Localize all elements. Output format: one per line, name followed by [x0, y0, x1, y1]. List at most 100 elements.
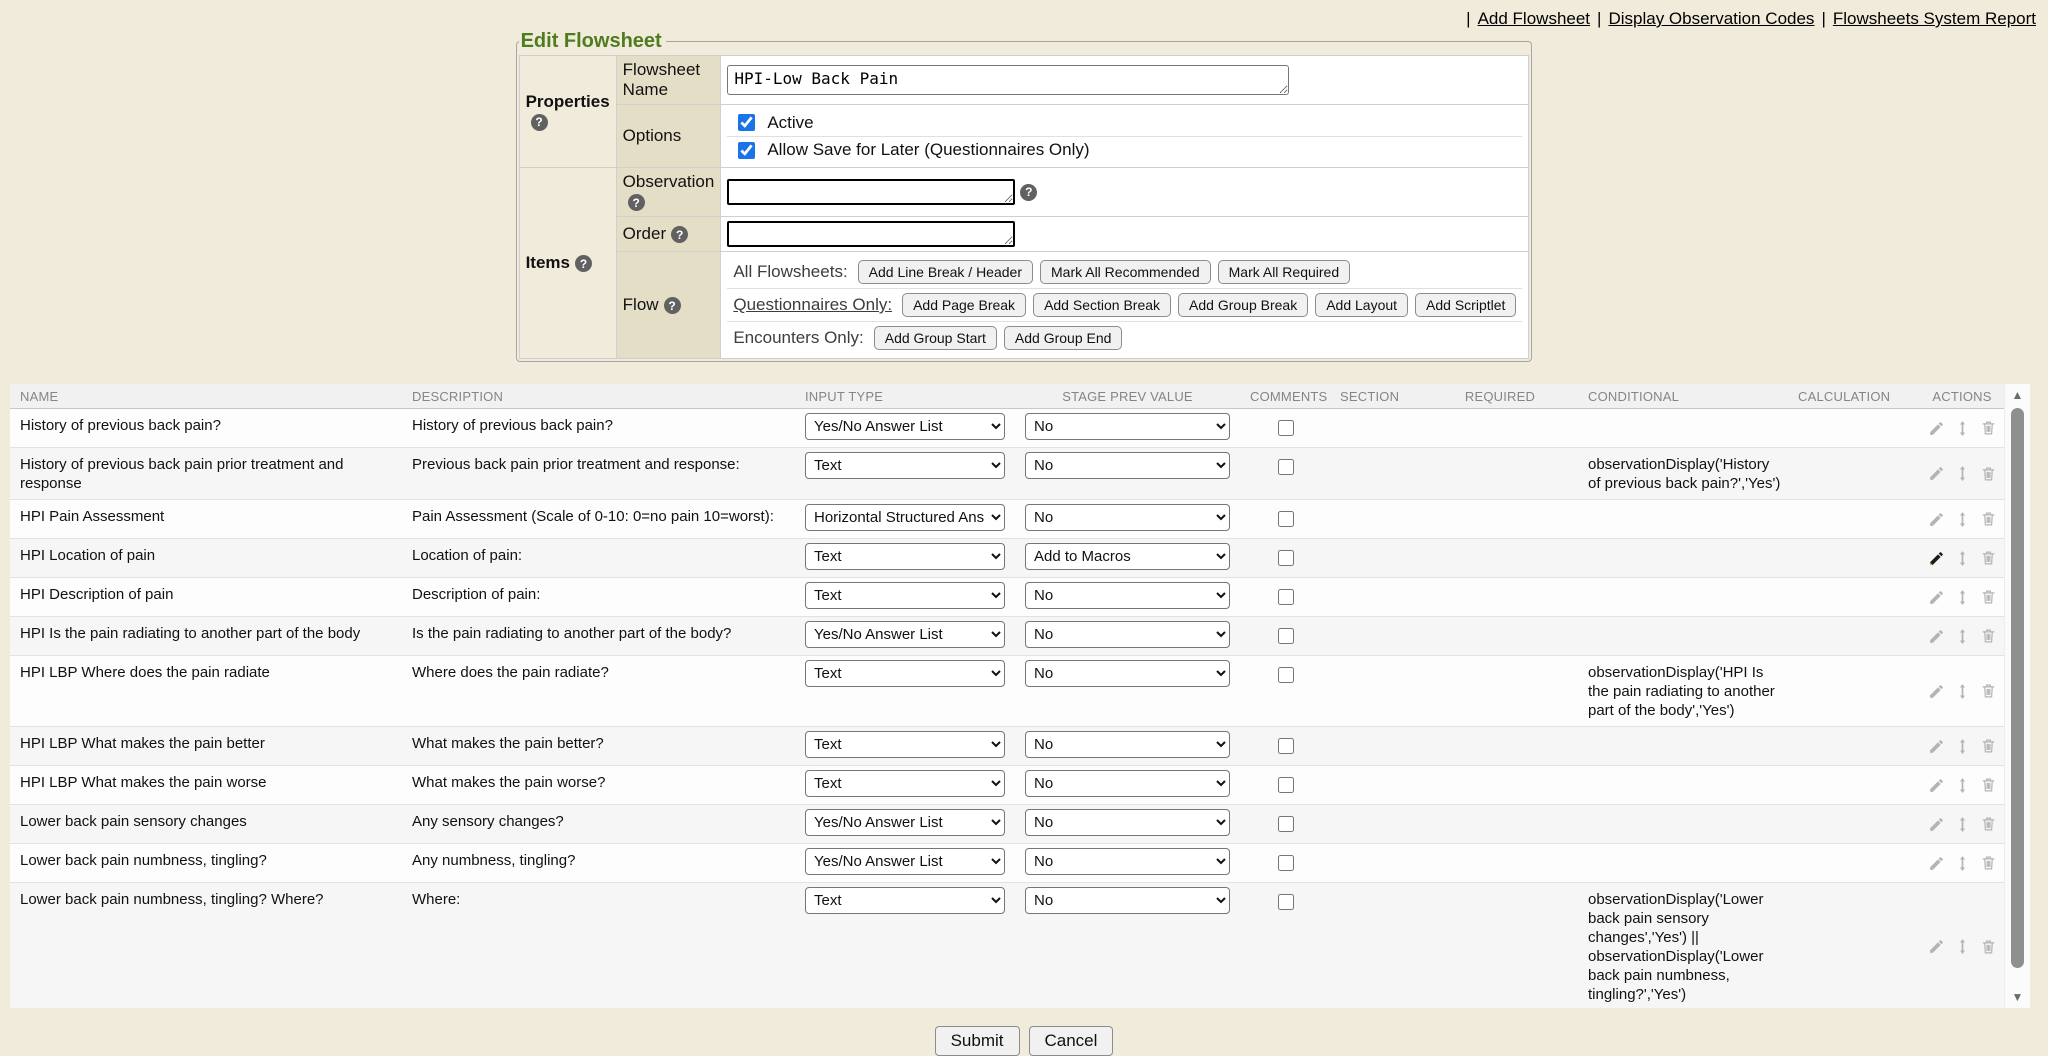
stage-prev-value-select[interactable]: No — [1025, 660, 1230, 687]
comments-checkbox[interactable] — [1278, 894, 1294, 910]
nav-link-flowsheets-system-report[interactable]: Flowsheets System Report — [1833, 9, 2036, 28]
stage-prev-value-select[interactable]: No — [1025, 413, 1230, 440]
delete-trash-icon[interactable] — [1980, 938, 1997, 956]
edit-pencil-icon[interactable] — [1928, 938, 1945, 955]
edit-pencil-icon[interactable] — [1928, 683, 1945, 700]
help-icon[interactable]: ? — [1020, 184, 1037, 201]
input-type-select[interactable]: Text — [805, 582, 1005, 609]
input-type-select[interactable]: Text — [805, 731, 1005, 758]
input-type-select[interactable]: Yes/No Answer List — [805, 848, 1005, 875]
input-type-select[interactable]: Yes/No Answer List — [805, 621, 1005, 648]
delete-trash-icon[interactable] — [1980, 737, 1997, 755]
delete-trash-icon[interactable] — [1980, 510, 1997, 528]
input-type-select[interactable]: Text — [805, 660, 1005, 687]
stage-prev-value-select[interactable]: No — [1025, 809, 1230, 836]
stage-prev-value-select[interactable]: No — [1025, 582, 1230, 609]
help-icon[interactable]: ? — [664, 297, 681, 314]
edit-pencil-icon[interactable] — [1928, 589, 1945, 606]
input-type-select[interactable]: Yes/No Answer List — [805, 809, 1005, 836]
stage-prev-value-select[interactable]: No — [1025, 848, 1230, 875]
move-row-icon[interactable] — [1954, 510, 1971, 529]
input-type-select[interactable]: Horizontal Structured Ans — [805, 504, 1005, 531]
comments-checkbox[interactable] — [1278, 667, 1294, 683]
help-icon[interactable]: ? — [531, 114, 548, 131]
edit-pencil-icon[interactable] — [1928, 550, 1945, 567]
stage-prev-value-select[interactable]: No — [1025, 770, 1230, 797]
move-row-icon[interactable] — [1954, 464, 1971, 483]
option-checkbox[interactable] — [738, 142, 755, 159]
add-section-break-button[interactable]: Add Section Break — [1033, 293, 1171, 317]
stage-prev-value-select[interactable]: No — [1025, 621, 1230, 648]
stage-prev-value-select[interactable]: No — [1025, 452, 1230, 479]
edit-pencil-icon[interactable] — [1928, 511, 1945, 528]
nav-link-display-observation-codes[interactable]: Display Observation Codes — [1608, 9, 1814, 28]
add-page-break-button[interactable]: Add Page Break — [902, 293, 1026, 317]
comments-checkbox[interactable] — [1278, 777, 1294, 793]
delete-trash-icon[interactable] — [1980, 776, 1997, 794]
comments-checkbox[interactable] — [1278, 855, 1294, 871]
move-row-icon[interactable] — [1954, 549, 1971, 568]
comments-checkbox[interactable] — [1278, 511, 1294, 527]
delete-trash-icon[interactable] — [1980, 815, 1997, 833]
scrollbar-thumb[interactable] — [2011, 408, 2024, 968]
nav-link-add-flowsheet[interactable]: Add Flowsheet — [1478, 9, 1590, 28]
observation-input[interactable] — [727, 179, 1015, 205]
move-row-icon[interactable] — [1954, 737, 1971, 756]
edit-pencil-icon[interactable] — [1928, 738, 1945, 755]
edit-pencil-icon[interactable] — [1928, 628, 1945, 645]
add-group-start-button[interactable]: Add Group Start — [874, 326, 997, 350]
stage-prev-value-select[interactable]: No — [1025, 731, 1230, 758]
input-type-select[interactable]: Text — [805, 452, 1005, 479]
option-checkbox[interactable] — [738, 114, 755, 131]
move-row-icon[interactable] — [1954, 937, 1971, 956]
stage-prev-value-select[interactable]: No — [1025, 504, 1230, 531]
input-type-select[interactable]: Yes/No Answer List — [805, 413, 1005, 440]
add-line-break-header-button[interactable]: Add Line Break / Header — [858, 260, 1033, 284]
comments-checkbox[interactable] — [1278, 738, 1294, 754]
move-row-icon[interactable] — [1954, 776, 1971, 795]
help-icon[interactable]: ? — [671, 226, 688, 243]
move-row-icon[interactable] — [1954, 588, 1971, 607]
order-input[interactable] — [727, 221, 1015, 247]
add-group-end-button[interactable]: Add Group End — [1004, 326, 1123, 350]
input-type-select[interactable]: Text — [805, 887, 1005, 914]
edit-pencil-icon[interactable] — [1928, 420, 1945, 437]
submit-button[interactable]: Submit — [935, 1026, 1020, 1056]
mark-all-required-button[interactable]: Mark All Required — [1218, 260, 1351, 284]
comments-checkbox[interactable] — [1278, 550, 1294, 566]
add-group-break-button[interactable]: Add Group Break — [1178, 293, 1308, 317]
move-row-icon[interactable] — [1954, 815, 1971, 834]
delete-trash-icon[interactable] — [1980, 627, 1997, 645]
stage-prev-value-select[interactable]: Add to Macros — [1025, 543, 1230, 570]
cancel-button[interactable]: Cancel — [1029, 1026, 1114, 1056]
comments-checkbox[interactable] — [1278, 459, 1294, 475]
delete-trash-icon[interactable] — [1980, 419, 1997, 437]
help-icon[interactable]: ? — [575, 255, 592, 272]
add-layout-button[interactable]: Add Layout — [1315, 293, 1408, 317]
scroll-down-icon[interactable]: ▼ — [2005, 988, 2030, 1006]
help-icon[interactable]: ? — [628, 194, 645, 211]
comments-checkbox[interactable] — [1278, 589, 1294, 605]
input-type-select[interactable]: Text — [805, 770, 1005, 797]
edit-pencil-icon[interactable] — [1928, 465, 1945, 482]
delete-trash-icon[interactable] — [1980, 588, 1997, 606]
add-scriptlet-button[interactable]: Add Scriptlet — [1415, 293, 1516, 317]
scrollbar[interactable]: ▲ ▼ — [2004, 384, 2030, 1008]
edit-pencil-icon[interactable] — [1928, 816, 1945, 833]
comments-checkbox[interactable] — [1278, 816, 1294, 832]
delete-trash-icon[interactable] — [1980, 854, 1997, 872]
move-row-icon[interactable] — [1954, 682, 1971, 701]
comments-checkbox[interactable] — [1278, 628, 1294, 644]
edit-pencil-icon[interactable] — [1928, 777, 1945, 794]
edit-pencil-icon[interactable] — [1928, 855, 1945, 872]
delete-trash-icon[interactable] — [1980, 682, 1997, 700]
move-row-icon[interactable] — [1954, 419, 1971, 438]
move-row-icon[interactable] — [1954, 627, 1971, 646]
stage-prev-value-select[interactable]: No — [1025, 887, 1230, 914]
input-type-select[interactable]: Text — [805, 543, 1005, 570]
move-row-icon[interactable] — [1954, 854, 1971, 873]
delete-trash-icon[interactable] — [1980, 549, 1997, 567]
mark-all-recommended-button[interactable]: Mark All Recommended — [1040, 260, 1211, 284]
flowsheet-name-input[interactable]: HPI-Low Back Pain — [727, 65, 1289, 95]
delete-trash-icon[interactable] — [1980, 465, 1997, 483]
